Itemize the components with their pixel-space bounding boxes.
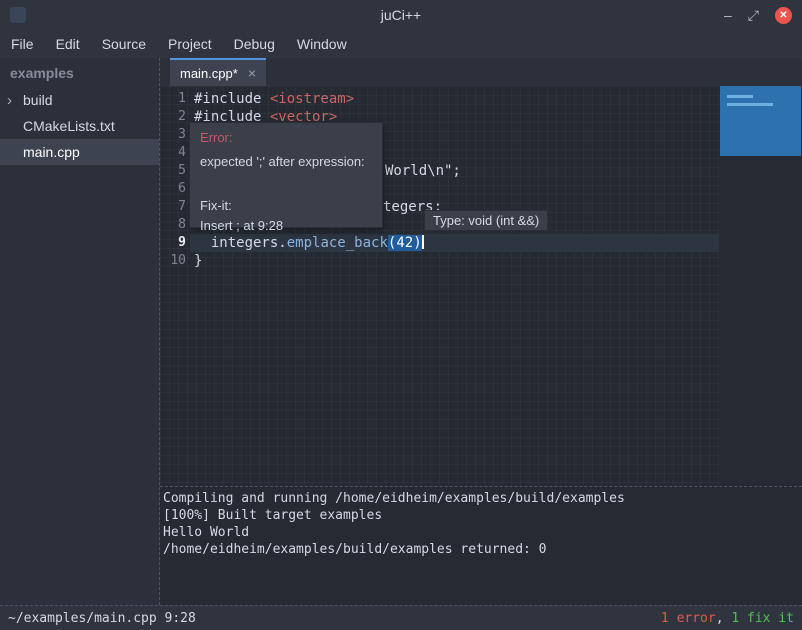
line-number: 1 bbox=[160, 90, 186, 108]
status-error-count: 1 error bbox=[661, 611, 716, 626]
menubar: File Edit Source Project Debug Window bbox=[0, 30, 802, 58]
identifier: integers bbox=[211, 235, 278, 251]
menu-edit[interactable]: Edit bbox=[45, 33, 91, 55]
terminal-line: [100%] Built target examples bbox=[163, 507, 800, 524]
tree-item-maincpp[interactable]: main.cpp bbox=[0, 139, 159, 165]
tree-item-label: CMakeLists.txt bbox=[23, 118, 115, 134]
indent bbox=[194, 235, 211, 251]
tree-item-label: build bbox=[23, 92, 53, 108]
include-header: <iostream> bbox=[270, 91, 354, 107]
line-number: 2 bbox=[160, 108, 186, 126]
fixit-label: Fix-it: bbox=[200, 197, 372, 215]
window-controls: – ⤢ ✕ bbox=[724, 7, 792, 24]
chevron-right-icon[interactable]: › bbox=[7, 93, 23, 108]
line-number: 10 bbox=[160, 252, 186, 270]
app-window: juCi++ – ⤢ ✕ File Edit Source Project De… bbox=[0, 0, 802, 630]
preview-line bbox=[727, 103, 773, 106]
status-diagnostics: 1 error, 1 fix it bbox=[661, 611, 794, 626]
tree-item-label: main.cpp bbox=[23, 144, 80, 160]
terminal-line: Hello World bbox=[163, 524, 800, 541]
project-name: examples bbox=[0, 58, 159, 87]
titlebar[interactable]: juCi++ – ⤢ ✕ bbox=[0, 0, 802, 30]
terminal-line: /home/eidheim/examples/build/examples re… bbox=[163, 541, 800, 558]
preprocessor-directive: #include bbox=[194, 91, 270, 107]
error-tooltip-popup: Error: expected ';' after expression: Fi… bbox=[189, 122, 383, 228]
code-line-1: #include <iostream> bbox=[194, 90, 424, 108]
number-literal: 42 bbox=[396, 235, 413, 251]
line-number-gutter: 1 2 3 4 5 6 7 8 9 10 bbox=[160, 90, 186, 270]
operator: . bbox=[278, 235, 286, 251]
error-title: Error: bbox=[200, 129, 372, 147]
preview-line bbox=[727, 95, 753, 98]
code-line-9: integers.emplace_back(42) bbox=[194, 234, 424, 252]
error-message: expected ';' after expression: bbox=[200, 153, 372, 171]
menu-source[interactable]: Source bbox=[91, 33, 157, 55]
menu-window[interactable]: Window bbox=[286, 33, 358, 55]
line-number-current: 9 bbox=[160, 234, 186, 252]
menu-debug[interactable]: Debug bbox=[223, 33, 286, 55]
menu-project[interactable]: Project bbox=[157, 33, 223, 55]
tree-item-cmakelists[interactable]: CMakeLists.txt bbox=[0, 113, 159, 139]
editor-column: main.cpp* × 1 2 3 4 5 6 7 8 9 1 bbox=[160, 58, 802, 605]
line-number: 5 bbox=[160, 162, 186, 180]
menu-file[interactable]: File bbox=[0, 33, 45, 55]
code-fragment-line5: World\n"; bbox=[385, 162, 461, 180]
status-fixit-count: 1 fix it bbox=[731, 611, 794, 626]
method-name: emplace_back bbox=[287, 235, 388, 251]
statusbar: ~/examples/main.cpp 9:28 1 error, 1 fix … bbox=[0, 605, 802, 630]
status-separator: , bbox=[716, 611, 732, 626]
main-area: examples › build CMakeLists.txt main.cpp… bbox=[0, 58, 802, 605]
code-line-10: } bbox=[194, 252, 424, 270]
tabbar: main.cpp* × bbox=[160, 58, 802, 86]
file-tree-sidebar: examples › build CMakeLists.txt main.cpp bbox=[0, 58, 160, 605]
code-editor[interactable]: 1 2 3 4 5 6 7 8 9 10 #include <iostream>… bbox=[160, 86, 802, 486]
text-cursor bbox=[422, 235, 424, 249]
fixit-text: Insert ; at 9:28 bbox=[200, 217, 372, 235]
matched-paren: ) bbox=[413, 235, 421, 251]
line-number: 8 bbox=[160, 216, 186, 234]
line-number: 3 bbox=[160, 126, 186, 144]
output-terminal[interactable]: Compiling and running /home/eidheim/exam… bbox=[160, 486, 802, 605]
minimize-button[interactable]: – bbox=[724, 7, 732, 23]
close-button[interactable]: ✕ bbox=[775, 7, 792, 24]
blue-preview-panel bbox=[720, 86, 801, 156]
line-number: 4 bbox=[160, 144, 186, 162]
tab-maincpp[interactable]: main.cpp* × bbox=[170, 58, 266, 86]
line-number: 7 bbox=[160, 198, 186, 216]
window-title: juCi++ bbox=[0, 7, 802, 23]
tab-close-icon[interactable]: × bbox=[248, 65, 256, 81]
app-icon bbox=[10, 7, 26, 23]
restore-button[interactable]: ⤢ bbox=[748, 7, 759, 24]
line-number: 6 bbox=[160, 180, 186, 198]
tree-item-build[interactable]: › build bbox=[0, 87, 159, 113]
tab-label: main.cpp* bbox=[180, 66, 238, 81]
brace: } bbox=[194, 253, 202, 269]
type-info-tooltip: Type: void (int &&) bbox=[424, 210, 548, 231]
status-file-location: ~/examples/main.cpp 9:28 bbox=[8, 611, 196, 626]
terminal-line: Compiling and running /home/eidheim/exam… bbox=[163, 490, 800, 507]
